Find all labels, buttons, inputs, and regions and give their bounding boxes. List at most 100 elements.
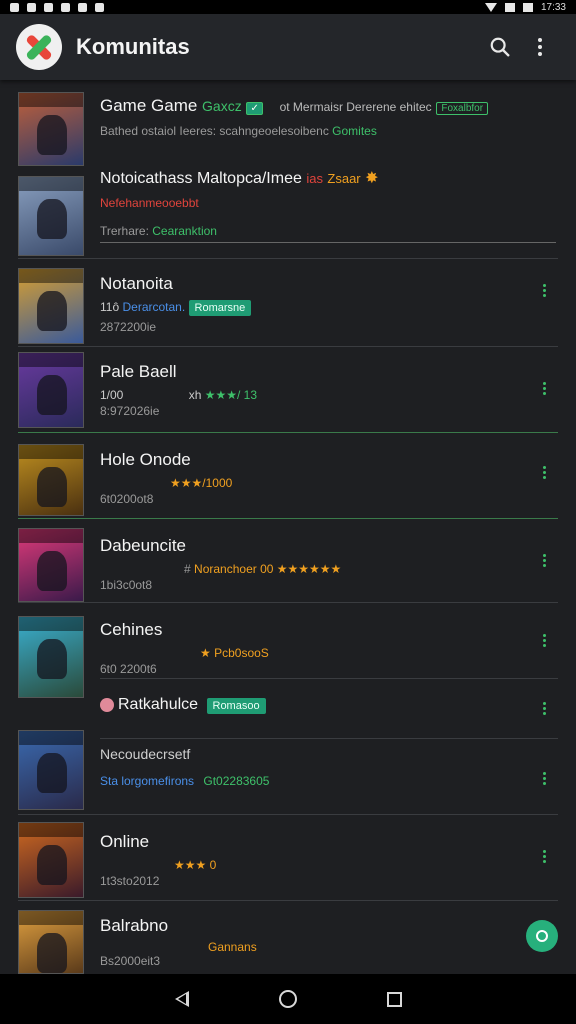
back-icon[interactable] [174, 991, 189, 1007]
clock: 17:33 [540, 1, 566, 13]
item-rating: ★★★/ 13 [204, 388, 258, 402]
list-item[interactable]: Game Game Gaxcz ✓ ot Mermaisr Dererene e… [0, 90, 576, 170]
item-title: Online [100, 832, 150, 851]
game-cover-image [18, 92, 84, 166]
item-more-icon[interactable] [543, 466, 546, 479]
item-line: 1/00 [100, 388, 124, 402]
item-more-icon[interactable] [543, 284, 546, 297]
list-item[interactable]: Notanoita 11ô Derarcotan. Romarsne 28722… [0, 266, 576, 346]
item-date: 1t3sto2012 [100, 874, 160, 888]
item-date: Bs2000eit3 [100, 954, 161, 968]
divider [18, 258, 558, 259]
status-bar: 17:33 [0, 0, 576, 14]
item-date: 2872200ie [100, 320, 157, 334]
item-tag: Derarcotan. [122, 300, 186, 314]
item-date: 8:972026ie [100, 404, 160, 418]
list-item[interactable]: Online ★★★ 0 1t3sto2012 [0, 820, 576, 900]
search-button[interactable] [480, 27, 520, 67]
divider [100, 678, 558, 679]
item-more-icon[interactable] [543, 634, 546, 647]
item-more-icon[interactable] [543, 554, 546, 567]
item-line: 11ô [100, 300, 120, 314]
item-title: Notoicathass Maltopca/Imee [100, 170, 302, 187]
divider [18, 518, 558, 519]
app-title: Komunitas [76, 34, 190, 59]
notification-icons [10, 2, 104, 12]
divider [18, 602, 558, 603]
game-cover-image [18, 910, 84, 974]
list-item[interactable]: Dabeuncite # Noranchoer 00 ★★★★★★ 1bi3c0… [0, 526, 576, 606]
item-rating-label: Noranchoer 00 [194, 562, 274, 576]
item-title: Game Game [100, 96, 198, 115]
divider [100, 242, 556, 243]
item-more-icon[interactable] [543, 382, 546, 395]
battery-icon [522, 2, 533, 12]
item-more-icon[interactable] [543, 702, 546, 715]
list-item[interactable]: Notoicathass Maltopca/Imee ias Zsaar ✸ N… [0, 170, 576, 258]
item-title-tag-2: Zsaar [327, 171, 361, 186]
item-subtitle-tag: Gomites [332, 124, 377, 138]
item-subtitle-tag: Cearanktion [152, 224, 217, 238]
item-rating: ★ Pcb0sooS [200, 646, 269, 660]
item-title: Hole Onode [100, 450, 191, 469]
divider [18, 432, 558, 433]
floating-action-button[interactable] [526, 920, 558, 952]
item-more-icon[interactable] [543, 850, 546, 863]
item-date: 6t0200ot8 [100, 492, 154, 506]
item-date: 1bi3c0ot8 [100, 578, 153, 592]
item-rating: ★★★ 0 [174, 858, 217, 872]
list-item[interactable]: Pale Baell 1/00 xh ★★★/ 13 8:972026ie [0, 350, 576, 430]
community-list: Game Game Gaxcz ✓ ot Mermaisr Dererene e… [0, 80, 576, 974]
app-logo-icon [16, 24, 62, 70]
notification-icon [95, 2, 104, 12]
divider [18, 900, 558, 901]
home-icon[interactable] [278, 990, 297, 1008]
heart-icon [100, 697, 114, 712]
list-item[interactable]: Hole Onode ★★★/1000 6t0200ot8 [0, 442, 576, 522]
signal-icon [504, 2, 515, 12]
more-vert-icon [538, 38, 542, 56]
recent-apps-icon[interactable] [386, 991, 402, 1007]
item-title-tag: ias [306, 171, 323, 186]
item-meta: ot Mermaisr Dererene ehitec [279, 100, 432, 114]
item-title-tag: Gaxcz [202, 98, 242, 114]
fire-icon: ✸ [365, 170, 379, 187]
item-badge: Romarsne [188, 300, 252, 316]
divider [18, 346, 558, 347]
item-subtitle-prefix: Trerhare: [100, 224, 149, 238]
game-cover-image [18, 352, 84, 428]
system-nav-bar [0, 974, 576, 1024]
item-meta-badge: Foxalbfor [436, 102, 489, 115]
notification-icon [78, 2, 87, 12]
game-cover-image [18, 730, 84, 810]
search-icon [490, 37, 510, 57]
item-title: Dabeuncite [100, 536, 187, 555]
notification-icon [44, 2, 53, 12]
item-rating: ★★★★★★ [276, 562, 342, 576]
notification-icon [61, 2, 70, 12]
item-rating-prefix: xh [188, 388, 202, 402]
item-subtitle: Sta lorgomefirons [100, 774, 195, 788]
verified-icon: ✓ [246, 102, 263, 115]
compass-icon [536, 930, 548, 942]
item-more-icon[interactable] [543, 772, 546, 785]
list-item[interactable]: Necoudecrsetf Sta lorgomefirons Gt022836… [0, 728, 576, 814]
game-cover-image [18, 444, 84, 516]
item-rating: Gannans [208, 940, 257, 954]
game-cover-image [18, 822, 84, 898]
app-bar: Komunitas [0, 14, 576, 80]
item-subtitle-tag: Gt02283605 [203, 774, 270, 788]
item-rating-prefix: # [184, 562, 191, 576]
item-title: Balrabno [100, 916, 169, 935]
item-title: Necoudecrsetf [100, 746, 191, 762]
list-item[interactable]: Balrabno Gannans Bs2000eit3 [0, 908, 576, 974]
game-cover-image [18, 528, 84, 602]
item-title: Cehines [100, 620, 163, 639]
item-subtitle: Nefehanmeooebbt [100, 196, 199, 210]
game-cover-image [18, 176, 84, 256]
notification-icon [27, 2, 36, 12]
item-title: Notanoita [100, 274, 173, 293]
divider [18, 814, 558, 815]
game-cover-image [18, 268, 84, 344]
overflow-menu-button[interactable] [520, 27, 560, 67]
